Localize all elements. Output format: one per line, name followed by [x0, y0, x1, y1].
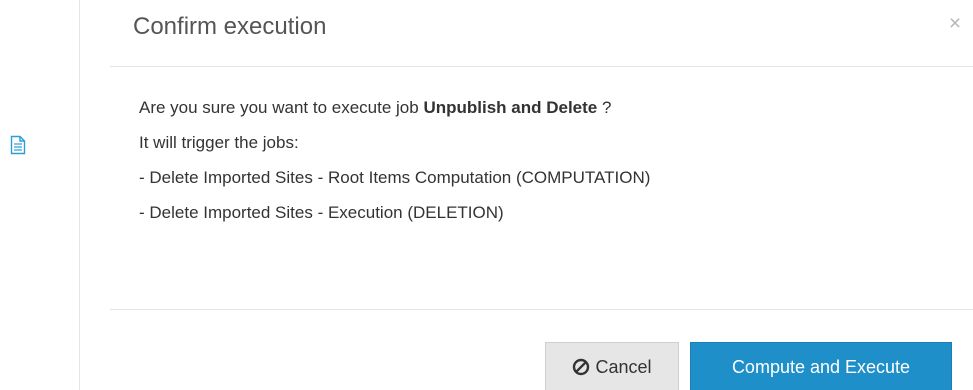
- compute-and-execute-button[interactable]: Compute and Execute: [690, 342, 952, 390]
- background-sidebar: [0, 0, 80, 390]
- cancel-button[interactable]: Cancel: [545, 342, 679, 390]
- question-prefix: Are you sure you want to execute job: [139, 98, 424, 117]
- page: Confirm execution × Are you sure you wan…: [0, 0, 973, 390]
- dialog-footer: Cancel Compute and Execute: [110, 309, 973, 390]
- triggered-job-item: - Delete Imported Sites - Execution (DEL…: [139, 203, 504, 222]
- dialog-title: Confirm execution: [133, 13, 327, 40]
- cancel-button-label: Cancel: [595, 357, 652, 377]
- dialog-header: Confirm execution ×: [110, 0, 973, 67]
- trigger-intro: It will trigger the jobs:: [139, 133, 299, 152]
- dialog-body: Are you sure you want to execute job Unp…: [139, 98, 959, 238]
- close-icon[interactable]: ×: [941, 10, 969, 38]
- document-icon: [10, 135, 26, 155]
- triggered-job-item: - Delete Imported Sites - Root Items Com…: [139, 168, 651, 187]
- job-name: Unpublish and Delete: [423, 98, 598, 117]
- ban-icon: [573, 358, 590, 376]
- question-suffix: ?: [597, 98, 612, 117]
- confirm-question: Are you sure you want to execute job Unp…: [139, 98, 959, 118]
- confirm-execution-dialog: Confirm execution × Are you sure you wan…: [110, 0, 973, 390]
